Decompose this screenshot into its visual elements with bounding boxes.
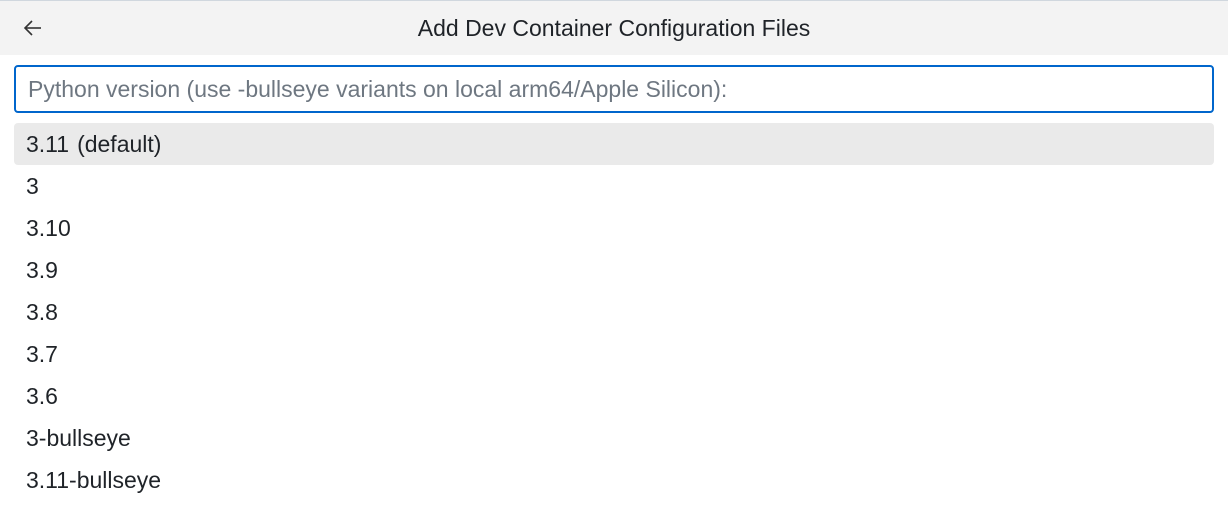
list-item[interactable]: 3.11 (default) (14, 123, 1214, 165)
panel-header: Add Dev Container Configuration Files (0, 1, 1228, 55)
list-item-label: 3.8 (26, 301, 58, 324)
list-item-label: 3.9 (26, 259, 58, 282)
list-item[interactable]: 3 (14, 165, 1214, 207)
input-container (0, 55, 1228, 113)
back-button[interactable] (18, 13, 48, 43)
list-item[interactable]: 3.10 (14, 207, 1214, 249)
list-item[interactable]: 3.9 (14, 249, 1214, 291)
list-item[interactable]: 3.8 (14, 291, 1214, 333)
list-item[interactable]: 3.7 (14, 333, 1214, 375)
list-item[interactable]: 3.11-bullseye (14, 459, 1214, 501)
panel-title: Add Dev Container Configuration Files (16, 15, 1212, 42)
list-item[interactable]: 3-bullseye (14, 417, 1214, 459)
arrow-left-icon (21, 16, 45, 40)
version-input[interactable] (14, 65, 1214, 113)
list-item-label: 3.11 (26, 133, 69, 156)
list-item-label: 3 (26, 175, 39, 198)
list-item[interactable]: 3.6 (14, 375, 1214, 417)
options-list: 3.11 (default) 3 3.10 3.9 3.8 3.7 3.6 3-bullseye… (0, 113, 1228, 501)
list-item-label: 3.7 (26, 343, 58, 366)
list-item-label: 3.6 (26, 385, 58, 408)
list-item-label: 3.11-bullseye (26, 469, 161, 492)
list-item-label: 3.10 (26, 217, 71, 240)
list-item-extra: (default) (77, 133, 161, 156)
quick-pick-panel: Add Dev Container Configuration Files 3.… (0, 0, 1228, 526)
list-item-label: 3-bullseye (26, 427, 131, 450)
